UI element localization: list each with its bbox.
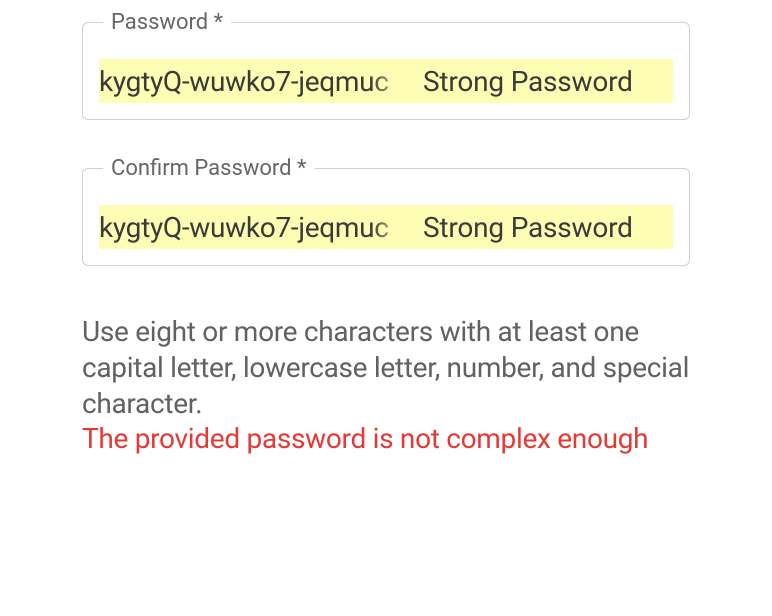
- password-border: Password * Strong Password: [82, 22, 690, 120]
- password-form: Password * Strong Password Confirm Passw…: [0, 22, 772, 457]
- password-wrapper: [99, 65, 411, 98]
- password-label: Password *: [103, 10, 231, 35]
- confirm-password-strength: Strong Password: [423, 211, 633, 244]
- confirm-password-group: Confirm Password * Strong Password: [82, 168, 690, 266]
- password-content: Strong Password: [99, 59, 673, 103]
- confirm-password-label: Confirm Password *: [103, 156, 315, 181]
- confirm-password-content: Strong Password: [99, 205, 673, 249]
- confirm-password-input[interactable]: [99, 211, 411, 244]
- password-strength: Strong Password: [423, 65, 633, 98]
- password-input[interactable]: [99, 65, 411, 98]
- password-group: Password * Strong Password: [82, 22, 690, 120]
- password-error-text: The provided password is not complex eno…: [82, 421, 690, 457]
- password-help-text: Use eight or more characters with at lea…: [82, 314, 690, 421]
- confirm-password-border: Confirm Password * Strong Password: [82, 168, 690, 266]
- confirm-password-wrapper: [99, 211, 411, 244]
